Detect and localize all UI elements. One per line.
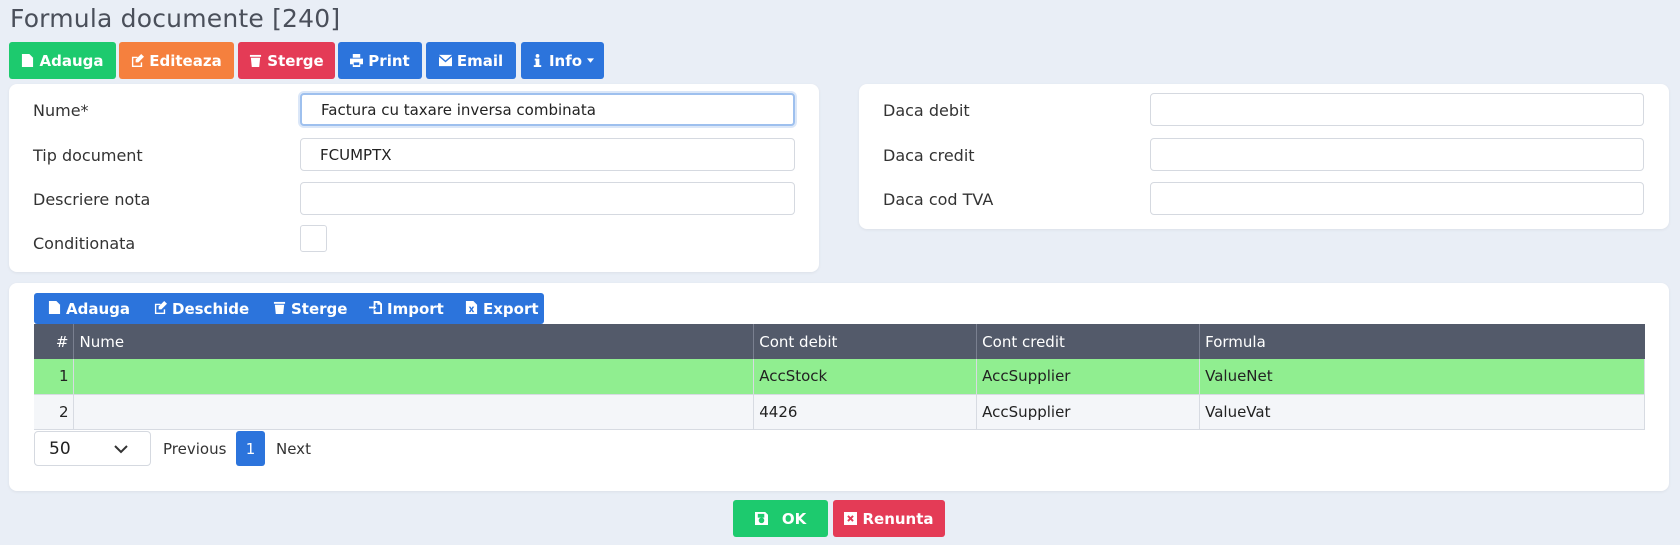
formula-cell: ValueNet	[1199, 359, 1645, 395]
current-page-button[interactable]: 1	[236, 431, 265, 466]
if-vat-input[interactable]	[1150, 182, 1644, 215]
row-number-cell: 1	[34, 359, 75, 395]
doc-type-label: Tip document	[33, 146, 143, 165]
delete-button[interactable]: Sterge	[238, 42, 335, 79]
grid-add-button[interactable]: Adauga	[48, 293, 130, 324]
previous-page-link[interactable]: Previous	[163, 431, 226, 466]
info-dropdown-button[interactable]: Info	[521, 42, 604, 79]
note-label: Descriere nota	[33, 190, 151, 209]
add-button[interactable]: Adauga	[9, 42, 116, 79]
table-header: # Nume Cont debit Cont credit Formula	[34, 324, 1645, 359]
print-button[interactable]: Print	[338, 42, 422, 79]
trash-icon	[249, 54, 262, 67]
import-icon	[369, 300, 382, 318]
grid-export-button[interactable]: Export	[465, 293, 539, 324]
debit-cell: AccStock	[753, 359, 978, 395]
caret-down-icon	[587, 58, 595, 63]
grid-open-button[interactable]: Deschide	[154, 293, 249, 324]
grid-delete-button[interactable]: Sterge	[273, 293, 347, 324]
note-input[interactable]	[300, 182, 795, 215]
edit-icon	[131, 54, 145, 67]
name-label: Nume*	[33, 101, 89, 120]
trash-icon	[273, 300, 286, 318]
column-header-name[interactable]: Nume	[73, 324, 755, 359]
doc-type-input[interactable]: FCUMPTX	[300, 138, 795, 171]
if-credit-input[interactable]	[1150, 138, 1644, 171]
name-cell	[73, 359, 755, 395]
name-input[interactable]: Factura cu taxare inversa combinata	[300, 93, 795, 126]
printer-icon	[350, 54, 364, 67]
email-button[interactable]: Email	[426, 42, 516, 79]
if-debit-label: Daca debit	[883, 101, 970, 120]
name-cell	[73, 394, 755, 430]
file-icon	[21, 54, 34, 67]
ok-button[interactable]: OK	[733, 500, 828, 537]
edit-button[interactable]: Editeaza	[119, 42, 234, 79]
credit-cell: AccSupplier	[976, 359, 1201, 395]
envelope-icon	[438, 54, 452, 67]
info-icon	[531, 54, 544, 67]
column-header-credit[interactable]: Cont credit	[976, 324, 1201, 359]
grid-import-button[interactable]: Import	[369, 293, 444, 324]
page-size-select[interactable]: 50	[34, 431, 151, 466]
page-title: Formula documente [240]	[10, 4, 341, 33]
credit-cell: AccSupplier	[976, 394, 1201, 430]
if-vat-label: Daca cod TVA	[883, 190, 994, 209]
edit-icon	[154, 300, 167, 318]
chevron-down-icon	[114, 445, 128, 454]
floppy-disk-icon	[754, 512, 768, 525]
if-debit-input[interactable]	[1150, 93, 1644, 126]
conditional-label: Conditionata	[33, 234, 136, 253]
debit-cell: 4426	[753, 394, 978, 430]
column-header-formula[interactable]: Formula	[1199, 324, 1645, 359]
formula-cell: ValueVat	[1199, 394, 1645, 430]
table-row[interactable]: 2 4426 AccSupplier ValueVat	[34, 394, 1645, 430]
grid-toolbar: Adauga Deschide Sterge Import Export	[34, 293, 544, 324]
column-header-debit[interactable]: Cont debit	[753, 324, 978, 359]
excel-file-icon	[465, 300, 478, 318]
column-header-number[interactable]: #	[34, 324, 75, 359]
formula-table: # Nume Cont debit Cont credit Formula 1 …	[34, 324, 1645, 430]
row-number-cell: 2	[34, 394, 75, 430]
table-row[interactable]: 1 AccStock AccSupplier ValueNet	[34, 359, 1645, 395]
conditional-checkbox[interactable]	[300, 225, 327, 252]
cancel-button[interactable]: Renunta	[833, 500, 945, 537]
next-page-link[interactable]: Next	[276, 431, 311, 466]
close-square-icon	[844, 512, 858, 525]
file-icon	[48, 300, 61, 318]
if-credit-label: Daca credit	[883, 146, 975, 165]
